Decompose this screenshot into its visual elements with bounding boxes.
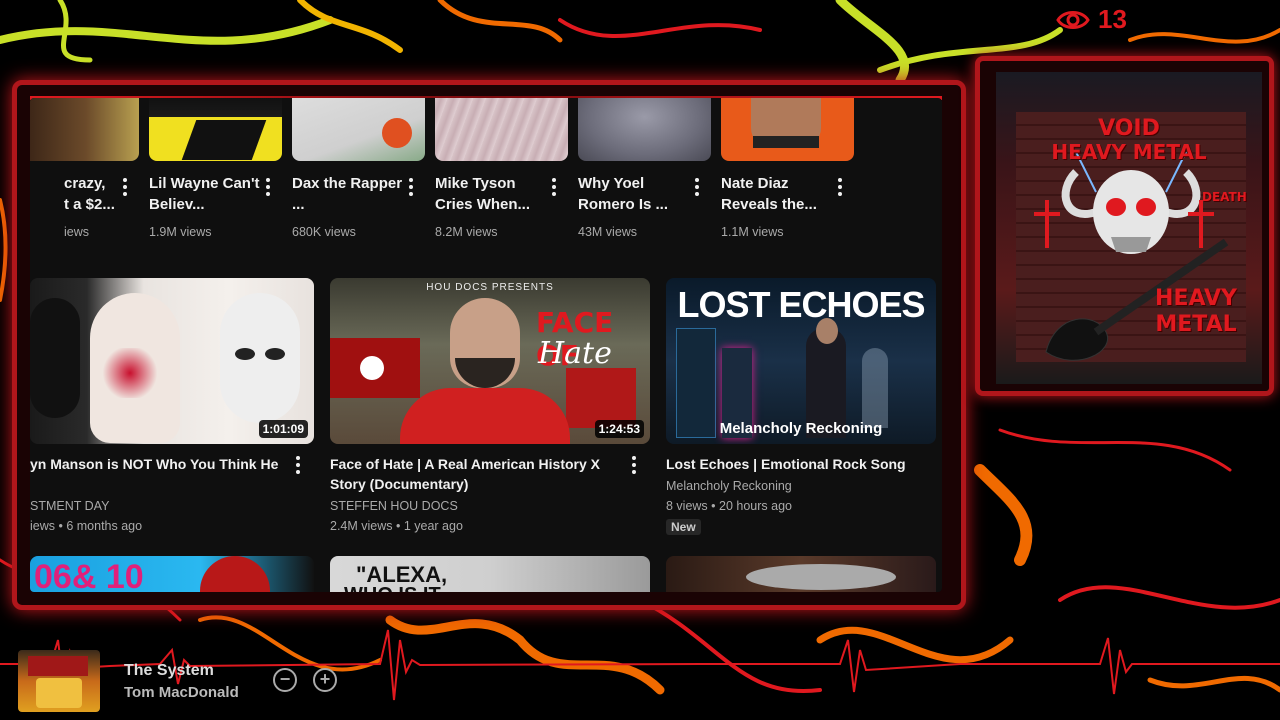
now-playing-art [18, 650, 100, 712]
short-views: 1.1M views [721, 225, 784, 239]
video-channel[interactable]: STEFFEN HOU DOCS [330, 496, 650, 516]
album-art-text: HEAVY [1155, 286, 1237, 311]
thumb-header: HOU DOCS PRESENTS [426, 282, 554, 293]
short-item[interactable]: crazy, t a $2... iews [30, 98, 139, 239]
viewer-count-value: 13 [1098, 4, 1127, 34]
album-art: VOID HEAVY METAL DEATH HEAVY METAL [996, 72, 1262, 384]
album-art-text: DEATH [1202, 190, 1247, 204]
thumb-text: WHO IS IT [344, 584, 441, 592]
thumb-title: LOST ECHOES [677, 284, 925, 325]
short-views: iews [64, 225, 90, 239]
short-item[interactable]: Lil Wayne Can't Believ... 1.9M views [149, 98, 282, 239]
new-badge: New [666, 519, 701, 535]
short-views: 43M views [578, 225, 638, 239]
more-options-icon[interactable] [260, 176, 276, 198]
volume-up-button[interactable]: + [313, 668, 337, 692]
video-card[interactable]: HOU DOCS PRESENTS FACE OF Hate 1:24:53 F… [330, 278, 650, 536]
more-options-icon[interactable] [117, 176, 133, 198]
video-duration: 1:24:53 [594, 420, 644, 438]
more-options-icon[interactable] [626, 454, 642, 476]
video-title[interactable]: yn Manson is NOT Who You Think He [30, 454, 300, 474]
album-art-text: METAL [1155, 312, 1237, 337]
shorts-row: crazy, t a $2... iews Lil Wayne Can't Bel… [30, 98, 854, 239]
video-channel[interactable]: Melancholy Reckoning [666, 476, 936, 496]
more-options-icon[interactable] [290, 454, 306, 476]
thumb-text: 06& 10 [34, 558, 144, 592]
video-card[interactable]: LOST ECHOES Melancholy Reckoning Lost Ec… [666, 278, 936, 536]
short-thumbnail[interactable] [30, 98, 139, 161]
youtube-feed[interactable]: crazy, t a $2... iews Lil Wayne Can't Bel… [30, 98, 942, 592]
more-options-icon[interactable] [689, 176, 705, 198]
video-thumbnail[interactable]: 06& 10 [30, 556, 314, 592]
more-options-icon[interactable] [403, 176, 419, 198]
video-row: 1:01:09 yn Manson is NOT Who You Think H… [30, 278, 936, 536]
video-thumbnail[interactable]: LOST ECHOES Melancholy Reckoning [666, 278, 936, 444]
short-thumbnail[interactable] [149, 98, 282, 161]
album-art-text: HEAVY METAL [1051, 140, 1207, 164]
short-views: 680K views [292, 225, 356, 239]
eye-icon [1056, 10, 1090, 29]
album-art-text: VOID [1098, 116, 1160, 141]
video-meta: 2.4M views • 1 year ago [330, 519, 463, 533]
video-row-peek: 06& 10 "ALEXA, WHO IS IT [30, 556, 936, 592]
short-title[interactable]: Lil Wayne Can't Believ... [149, 173, 261, 215]
short-title[interactable]: Nate Diaz Reveals the... [721, 173, 833, 215]
video-thumbnail[interactable]: HOU DOCS PRESENTS FACE OF Hate 1:24:53 [330, 278, 650, 444]
short-thumbnail[interactable] [578, 98, 711, 161]
short-item[interactable]: Nate Diaz Reveals the... 1.1M views [721, 98, 854, 239]
video-channel[interactable]: STMENT DAY [30, 496, 314, 516]
more-options-icon[interactable] [832, 176, 848, 198]
short-views: 8.2M views [435, 225, 498, 239]
short-item[interactable]: Mike Tyson Cries When... 8.2M views [435, 98, 568, 239]
thumb-caption: Melancholy Reckoning [719, 420, 883, 437]
video-thumbnail[interactable]: "ALEXA, WHO IS IT [330, 556, 650, 592]
short-thumbnail[interactable] [435, 98, 568, 161]
short-item[interactable]: Dax the Rapper ... 680K views [292, 98, 425, 239]
video-title[interactable]: Lost Echoes | Emotional Rock Song [666, 454, 936, 474]
cross-icon [1034, 200, 1060, 248]
short-views: 1.9M views [149, 225, 212, 239]
short-title[interactable]: Why Yoel Romero Is ... [578, 173, 690, 215]
cross-icon [1188, 200, 1214, 248]
video-meta: iews • 6 months ago [30, 519, 143, 533]
short-title[interactable]: Mike Tyson Cries When... [435, 173, 547, 215]
viewer-count: 13 [1056, 4, 1127, 35]
more-options-icon[interactable] [546, 176, 562, 198]
short-thumbnail[interactable] [292, 98, 425, 161]
short-title[interactable]: Dax the Rapper ... [292, 173, 404, 215]
video-title[interactable]: Face of Hate | A Real American History X… [330, 454, 610, 494]
video-thumbnail[interactable] [666, 556, 936, 592]
thumb-subtitle: Hate [538, 336, 612, 371]
video-duration: 1:01:09 [258, 420, 308, 438]
now-playing-artist: Tom MacDonald [124, 684, 239, 701]
video-thumbnail[interactable]: 1:01:09 [30, 278, 314, 444]
short-thumbnail[interactable] [721, 98, 854, 161]
now-playing-title: The System [124, 662, 214, 679]
short-item[interactable]: Why Yoel Romero Is ... 43M views [578, 98, 711, 239]
video-card[interactable]: 1:01:09 yn Manson is NOT Who You Think H… [30, 278, 314, 536]
volume-down-button[interactable]: − [273, 668, 297, 692]
video-meta: 8 views • 20 hours ago [666, 499, 792, 513]
